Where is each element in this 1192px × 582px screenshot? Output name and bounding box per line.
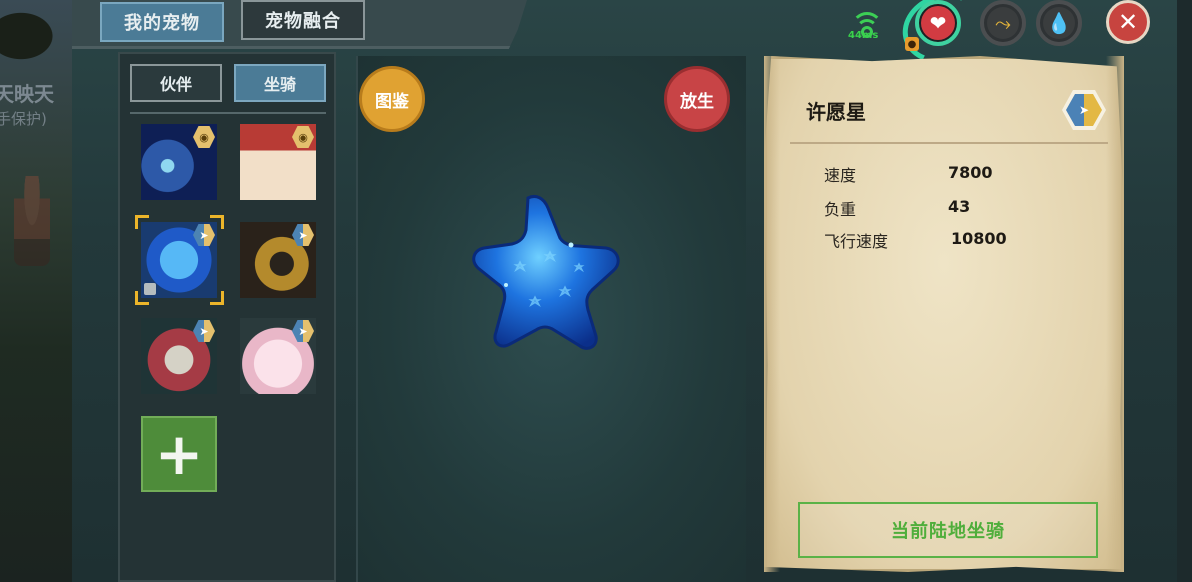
ping-readout: 44ms: [848, 30, 879, 41]
game-world-background: 天映天 手保护): [0, 0, 80, 582]
drumstick-icon: ⤳: [987, 7, 1019, 39]
fly-land-mount-icon: ➤: [292, 224, 314, 246]
subtab-partner[interactable]: 伙伴: [130, 64, 222, 102]
pet-slot-blue-wolf[interactable]: ◉: [141, 124, 217, 200]
tree-silhouette: [0, 0, 70, 60]
current-land-mount-button[interactable]: 当前陆地坐骑: [798, 502, 1098, 558]
land-mount-icon: ◉: [292, 126, 314, 148]
stat-value-load: 43: [948, 197, 971, 216]
codex-button[interactable]: 图鉴: [359, 66, 425, 132]
pet-slot-dragon[interactable]: ➤: [141, 318, 217, 394]
pet-slot-snail[interactable]: ◉: [240, 124, 316, 200]
parchment-edge: [764, 56, 780, 572]
selection-corner: [135, 291, 149, 305]
fly-land-mount-icon: ➤: [292, 320, 314, 342]
wish-star-model: [466, 190, 626, 350]
stat-label-speed: 速度: [824, 166, 857, 185]
release-button[interactable]: 放生: [664, 66, 730, 132]
tab-my-pets[interactable]: 我的宠物: [100, 2, 224, 42]
stat-value-fly-speed: 10800: [951, 229, 1007, 248]
stat-label-fly-speed: 飞行速度: [824, 232, 889, 251]
world-player-title: 天映天: [0, 82, 54, 106]
land-mount-icon: ◉: [193, 126, 215, 148]
parchment-edge: [1106, 56, 1124, 572]
stat-value-speed: 7800: [948, 163, 993, 182]
close-button[interactable]: ✕: [1106, 0, 1150, 44]
thirst-indicator[interactable]: 💧: [1036, 0, 1082, 46]
pet-slot-axolotl[interactable]: ➤: [240, 318, 316, 394]
pet-paw-icon: ●: [905, 37, 919, 51]
health-indicator[interactable]: ❤: [915, 0, 961, 46]
player-character: [14, 176, 50, 266]
divider: [790, 142, 1108, 144]
world-player-subtitle: 手保护): [0, 110, 47, 128]
plus-icon: +: [154, 420, 204, 488]
selection-corner: [210, 215, 224, 229]
hunger-indicator[interactable]: ⤳: [980, 0, 1026, 46]
divider: [130, 112, 326, 114]
heart-icon: ❤: [921, 6, 955, 40]
mount-type-icon: ➤: [1066, 94, 1102, 126]
water-drop-icon: 💧: [1043, 7, 1075, 39]
stat-label-load: 负重: [824, 200, 857, 219]
selection-corner: [135, 215, 149, 229]
mount-name: 许愿星: [806, 100, 866, 124]
pet-slot-golden-ring[interactable]: ➤: [240, 222, 316, 298]
selection-corner: [210, 291, 224, 305]
add-pet-button[interactable]: +: [141, 416, 217, 492]
pet-slot-wish-star[interactable]: ➤: [141, 222, 217, 298]
fly-land-mount-icon: ➤: [193, 320, 215, 342]
mount-info-panel: [764, 56, 1124, 572]
subtab-mount[interactable]: 坐骑: [234, 64, 326, 102]
close-icon: ✕: [1117, 8, 1139, 36]
tab-pet-fusion[interactable]: 宠物融合: [241, 0, 365, 40]
